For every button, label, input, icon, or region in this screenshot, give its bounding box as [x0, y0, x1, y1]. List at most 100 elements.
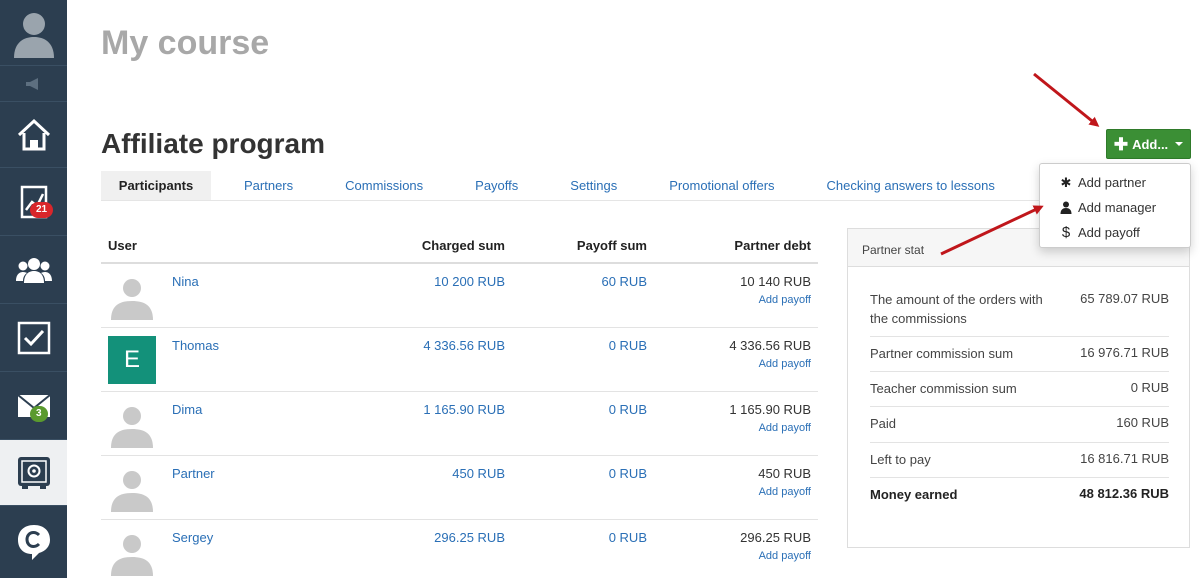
table-header: User Charged sum Payoff sum Partner debt — [101, 228, 818, 264]
table-row: Partner 450 RUB 0 RUB 450 RUB Add payoff — [101, 456, 818, 520]
stat-row: The amount of the orders with the commis… — [870, 281, 1169, 337]
megaphone-icon — [25, 77, 38, 90]
partner-debt: 296.25 RUB — [740, 530, 811, 545]
payoff-sum-link[interactable]: 0 RUB — [609, 530, 647, 545]
column-header-charged[interactable]: Charged sum — [422, 238, 505, 253]
add-button-label: Add... — [1132, 136, 1169, 152]
default-avatar-icon — [111, 407, 153, 448]
partner-stat-panel: Partner stat The amount of the orders wi… — [847, 228, 1190, 548]
tab-promotional-offers[interactable]: Promotional offers — [669, 171, 774, 200]
default-avatar-icon — [111, 279, 153, 320]
menu-item-label: Add manager — [1078, 200, 1157, 215]
tab-bar: Participants Partners Commissions Payoff… — [101, 171, 1131, 201]
table-row: E Thomas 4 336.56 RUB 0 RUB 4 336.56 RUB… — [101, 328, 818, 392]
course-title: My course — [101, 24, 270, 62]
add-payoff-link[interactable]: Add payoff — [759, 550, 811, 562]
partner-debt: 10 140 RUB — [740, 274, 811, 289]
partner-debt: 4 336.56 RUB — [729, 338, 811, 353]
charged-sum-link[interactable]: 10 200 RUB — [434, 274, 505, 289]
menu-item-add-manager[interactable]: Add manager — [1040, 195, 1190, 220]
table-row: Sergey 296.25 RUB 0 RUB 296.25 RUB Add p… — [101, 520, 818, 578]
stat-row-total: Money earned 48 812.36 RUB — [870, 478, 1169, 513]
user-name-link[interactable]: Nina — [172, 274, 199, 289]
menu-item-label: Add payoff — [1078, 225, 1140, 240]
annotation-arrow-add-button — [1033, 72, 1100, 127]
tab-partners[interactable]: Partners — [244, 171, 293, 200]
stat-value: 48 812.36 RUB — [1079, 486, 1169, 501]
notification-badge: 3 — [30, 406, 48, 422]
checkbox-icon — [17, 321, 50, 354]
payoff-sum-link[interactable]: 0 RUB — [609, 402, 647, 417]
add-button[interactable]: ✚ Add... — [1106, 129, 1191, 159]
stat-value: 16 816.71 RUB — [1080, 451, 1169, 466]
menu-item-label: Add partner — [1078, 175, 1146, 190]
stat-value: 65 789.07 RUB — [1080, 291, 1169, 306]
stat-value: 16 976.71 RUB — [1080, 345, 1169, 360]
participants-table: User Charged sum Payoff sum Partner debt… — [101, 228, 818, 578]
stat-label: Teacher commission sum — [870, 381, 1017, 396]
plus-icon: ✚ — [1113, 134, 1129, 154]
users-icon — [15, 257, 52, 283]
charged-sum-link[interactable]: 4 336.56 RUB — [423, 338, 505, 353]
charged-sum-link[interactable]: 296.25 RUB — [434, 530, 505, 545]
add-payoff-link[interactable]: Add payoff — [759, 486, 811, 498]
sidebar-item-announcements[interactable] — [0, 66, 67, 102]
stat-row: Left to pay 16 816.71 RUB — [870, 443, 1169, 478]
stat-row: Paid 160 RUB — [870, 407, 1169, 443]
home-icon — [17, 118, 50, 150]
add-dropdown-menu: ✱ Add partner Add manager $ Add payoff — [1039, 163, 1191, 248]
add-payoff-link[interactable]: Add payoff — [759, 358, 811, 370]
stat-value: 0 RUB — [1130, 380, 1169, 395]
add-payoff-link[interactable]: Add payoff — [759, 422, 811, 434]
table-row: Dima 1 165.90 RUB 0 RUB 1 165.90 RUB Add… — [101, 392, 818, 456]
sidebar-item-profile[interactable] — [0, 0, 67, 66]
tab-settings[interactable]: Settings — [570, 171, 617, 200]
tab-commissions[interactable]: Commissions — [345, 171, 423, 200]
user-name-link[interactable]: Dima — [172, 402, 202, 417]
sidebar-item-tasks[interactable] — [0, 304, 67, 372]
sidebar: 21 3 — [0, 0, 67, 578]
caret-down-icon — [1175, 142, 1184, 146]
user-avatar-icon — [13, 12, 54, 58]
add-payoff-link[interactable]: Add payoff — [759, 294, 811, 306]
notification-badge: 21 — [30, 202, 54, 218]
user-name-link[interactable]: Sergey — [172, 530, 213, 545]
charged-sum-link[interactable]: 1 165.90 RUB — [423, 402, 505, 417]
stat-value: 160 RUB — [1116, 415, 1169, 430]
default-avatar-icon — [111, 535, 153, 576]
menu-item-add-partner[interactable]: ✱ Add partner — [1040, 170, 1190, 195]
letter-avatar: E — [108, 336, 156, 384]
stat-label: The amount of the orders with the commis… — [870, 292, 1043, 326]
brand-logo-icon — [17, 525, 50, 560]
sidebar-item-statistics[interactable]: 21 — [0, 168, 67, 236]
sidebar-item-messages[interactable]: 3 — [0, 372, 67, 440]
column-header-user[interactable]: User — [108, 238, 137, 253]
stat-row: Partner commission sum 16 976.71 RUB — [870, 337, 1169, 372]
payoff-sum-link[interactable]: 0 RUB — [609, 338, 647, 353]
payoff-sum-link[interactable]: 0 RUB — [609, 466, 647, 481]
sidebar-item-users[interactable] — [0, 236, 67, 304]
user-name-link[interactable]: Thomas — [172, 338, 219, 353]
menu-item-add-payoff[interactable]: $ Add payoff — [1040, 220, 1190, 245]
tab-payoffs[interactable]: Payoffs — [475, 171, 518, 200]
stat-row: Teacher commission sum 0 RUB — [870, 372, 1169, 407]
tab-participants[interactable]: Participants — [101, 171, 211, 200]
sidebar-item-home[interactable] — [0, 102, 67, 168]
payoff-sum-link[interactable]: 60 RUB — [601, 274, 647, 289]
partner-stat-body: The amount of the orders with the commis… — [848, 267, 1189, 513]
partner-debt: 1 165.90 RUB — [729, 402, 811, 417]
person-icon — [1060, 201, 1072, 214]
safe-icon — [17, 456, 50, 489]
sidebar-item-affiliate[interactable] — [0, 440, 67, 506]
partner-debt: 450 RUB — [758, 466, 811, 481]
asterisk-icon: ✱ — [1060, 174, 1072, 190]
sidebar-item-brand[interactable] — [0, 506, 67, 578]
charged-sum-link[interactable]: 450 RUB — [452, 466, 505, 481]
user-name-link[interactable]: Partner — [172, 466, 215, 481]
column-header-debt[interactable]: Partner debt — [734, 238, 811, 253]
column-header-payoff[interactable]: Payoff sum — [577, 238, 647, 253]
default-avatar-icon — [111, 471, 153, 512]
page-title: Affiliate program — [101, 128, 326, 159]
dollar-icon: $ — [1061, 224, 1071, 241]
tab-checking-answers[interactable]: Checking answers to lessons — [827, 171, 995, 200]
